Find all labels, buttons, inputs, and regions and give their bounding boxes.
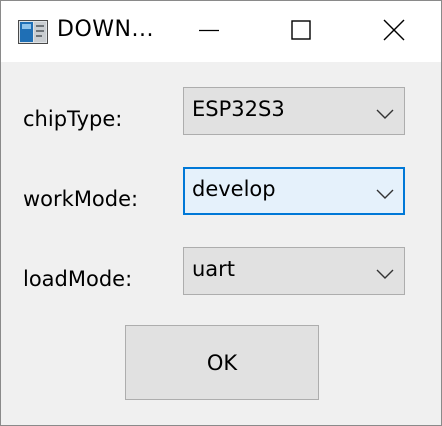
chevron-down-icon [376,265,394,279]
close-icon [383,19,405,45]
chevron-down-icon [376,105,394,119]
work-mode-label: workMode: [23,187,139,211]
maximize-button[interactable] [255,1,347,62]
work-mode-value: develop [192,177,276,201]
minimize-button[interactable] [163,1,255,62]
load-mode-label: loadMode: [23,267,133,291]
chip-type-label: chipType: [23,107,123,131]
close-button[interactable] [348,1,440,62]
download-dialog: DOWN... chipType: ESP32S3 workMode: deve… [0,0,442,426]
dialog-body: chipType: ESP32S3 workMode: develop load… [1,62,441,425]
work-mode-select[interactable]: develop [183,167,405,215]
chip-type-select[interactable]: ESP32S3 [183,87,405,135]
window-title: DOWN... [57,17,154,42]
maximize-icon [291,19,311,44]
load-mode-value: uart [192,257,236,281]
load-mode-select[interactable]: uart [183,247,405,295]
app-icon [18,20,48,44]
title-bar[interactable]: DOWN... [1,1,441,62]
chevron-down-icon [376,185,394,199]
ok-button[interactable]: OK [125,325,319,400]
minimize-icon [199,20,219,44]
chip-type-value: ESP32S3 [192,97,285,121]
